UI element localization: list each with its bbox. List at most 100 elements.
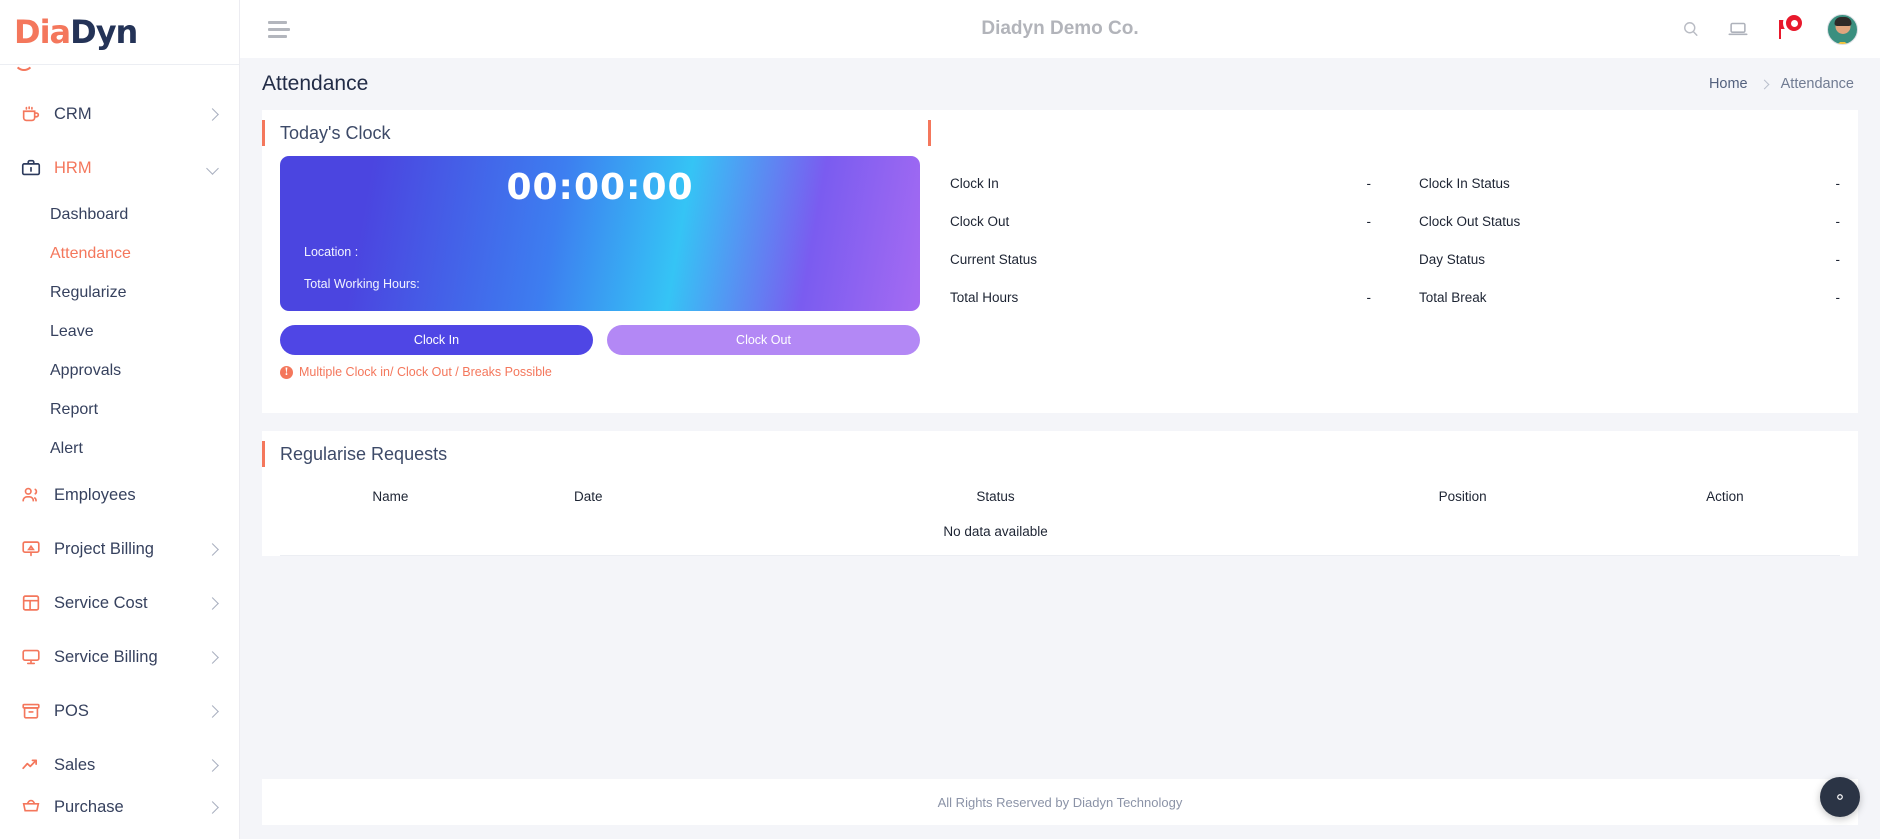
laptop-icon[interactable]: [1727, 18, 1749, 40]
sidebar-item-alert[interactable]: Alert: [0, 429, 239, 468]
sidebar-item-project-billing[interactable]: Project Billing: [0, 522, 239, 576]
sidebar-item-service-cost[interactable]: Service Cost: [0, 576, 239, 630]
logo-part-1: Dia: [14, 13, 71, 51]
regularise-requests-card: Regularise Requests Name Date Status Pos…: [262, 431, 1858, 556]
sidebar-item-purchase[interactable]: Purchase: [0, 792, 239, 822]
chevron-right-icon: [206, 107, 219, 121]
sidebar-item-employees[interactable]: Employees: [0, 468, 239, 522]
briefcase-icon: [18, 155, 44, 181]
stat-key: Clock Out: [950, 213, 1010, 229]
stat-value: -: [1835, 289, 1841, 305]
regularise-table-wrap: Name Date Status Position Action No data…: [262, 477, 1858, 556]
logo-text: DiaDyn: [14, 13, 138, 51]
sidebar-partial-item-above: [0, 65, 239, 87]
stat-value: -: [1835, 251, 1841, 267]
chevron-right-icon: [206, 800, 219, 814]
stat-row: Clock In -: [950, 164, 1371, 202]
projector-icon: [18, 536, 44, 562]
sidebar-item-pos[interactable]: POS: [0, 684, 239, 738]
users-icon: [18, 482, 44, 508]
sidebar-item-label: Project Billing: [54, 539, 154, 558]
column-header-date[interactable]: Date: [501, 477, 676, 518]
sidebar-item-label: Purchase: [54, 797, 124, 816]
empty-spacer: [280, 518, 501, 556]
sidebar-item-label: Service Cost: [54, 593, 148, 612]
accent-bar: [262, 441, 265, 467]
sidebar-item-leave[interactable]: Leave: [0, 312, 239, 351]
stat-value: -: [1835, 175, 1841, 191]
search-icon[interactable]: [1681, 19, 1701, 39]
clock-warning-text: Multiple Clock in/ Clock Out / Breaks Po…: [299, 365, 552, 379]
gear-icon: [1837, 794, 1843, 800]
clock-panel-column: 00:00:00 Location : Total Working Hours:…: [280, 156, 920, 379]
sidebar-item-crm[interactable]: CRM: [0, 87, 239, 141]
column-header-position[interactable]: Position: [1315, 477, 1609, 518]
table-empty-row: No data available: [280, 518, 1840, 556]
main-area: Diadyn Demo Co. Attendance Home Attendan…: [240, 0, 1880, 839]
stat-key: Total Hours: [950, 289, 1019, 305]
brand-logo[interactable]: DiaDyn: [0, 0, 239, 64]
sidebar-subitem-label: Alert: [50, 439, 83, 457]
card-header: Regularise Requests: [262, 431, 1858, 477]
column-header-status[interactable]: Status: [676, 477, 1316, 518]
sidebar-item-label: POS: [54, 701, 89, 720]
column-header-action[interactable]: Action: [1610, 477, 1840, 518]
sidebar-item-regularize[interactable]: Regularize: [0, 273, 239, 312]
empty-spacer: [500, 518, 676, 556]
chevron-right-icon: [206, 542, 219, 556]
stat-key: Current Status: [950, 251, 1038, 267]
clock-meta: Location : Total Working Hours:: [304, 236, 896, 301]
footer: All Rights Reserved by Diadyn Technology: [262, 779, 1858, 825]
stat-value: -: [1366, 175, 1372, 191]
no-data-message: No data available: [675, 518, 1316, 556]
clock-buttons: Clock In Clock Out: [280, 325, 920, 355]
settings-fab-button[interactable]: [1820, 777, 1860, 817]
logo-part-2: Dyn: [70, 13, 138, 51]
sidebar: DiaDyn CRM HRM Dashboard Attendance Regu…: [0, 0, 240, 839]
stat-row: Total Break -: [1419, 278, 1840, 316]
sidebar-item-service-billing[interactable]: Service Billing: [0, 630, 239, 684]
column-header-name[interactable]: Name: [280, 477, 501, 518]
cart-icon: [18, 794, 44, 820]
stat-value: -: [1366, 289, 1372, 305]
accent-bar: [262, 120, 265, 146]
chevron-right-icon: [206, 704, 219, 718]
empty-spacer: [1609, 518, 1840, 556]
layout-grid-icon: [18, 590, 44, 616]
sidebar-item-attendance[interactable]: Attendance: [0, 234, 239, 273]
stat-row: Current Status: [950, 240, 1371, 278]
sidebar-item-dashboard[interactable]: Dashboard: [0, 195, 239, 234]
sidebar-item-label: CRM: [54, 104, 92, 123]
stat-row: Total Hours -: [950, 278, 1371, 316]
card-header: Today's Clock: [262, 110, 1858, 156]
sidebar-item-label: HRM: [54, 158, 92, 177]
page-title: Attendance: [262, 72, 369, 95]
breadcrumb-home[interactable]: Home: [1709, 76, 1748, 92]
sidebar-item-sales[interactable]: Sales: [0, 738, 239, 792]
sidebar-item-label: Employees: [54, 485, 136, 504]
stat-key: Clock In: [950, 175, 999, 191]
clock-out-button[interactable]: Clock Out: [607, 325, 920, 355]
sidebar-subitem-label: Dashboard: [50, 205, 129, 223]
top-bar-actions: [1681, 12, 1858, 45]
stat-value: -: [1835, 213, 1841, 229]
hamburger-icon[interactable]: [268, 20, 290, 38]
coffee-cup-icon: [18, 101, 44, 127]
table-head: Name Date Status Position Action: [280, 477, 1840, 518]
regularise-table: Name Date Status Position Action No data…: [280, 477, 1840, 556]
stat-row: Day Status -: [1419, 240, 1840, 278]
chevron-right-icon: [206, 758, 219, 772]
clock-in-button[interactable]: Clock In: [280, 325, 593, 355]
sidebar-submenu-hrm: Dashboard Attendance Regularize Leave Ap…: [0, 195, 239, 468]
sidebar-item-approvals[interactable]: Approvals: [0, 351, 239, 390]
clock-stats-column: Clock In - Clock In Status - Clock Out - Cl…: [920, 156, 1840, 379]
sidebar-item-hrm[interactable]: HRM: [0, 141, 239, 195]
hamburger-bar: [268, 34, 287, 38]
user-avatar[interactable]: [1827, 13, 1858, 45]
notification-flag-icon[interactable]: [1775, 12, 1805, 42]
sidebar-item-report[interactable]: Report: [0, 390, 239, 429]
clock-card-body: 00:00:00 Location : Total Working Hours:…: [262, 156, 1858, 379]
stat-row: Clock Out Status -: [1419, 202, 1840, 240]
stat-value: -: [1366, 213, 1372, 229]
clock-stats-grid: Clock In - Clock In Status - Clock Out - Cl…: [950, 164, 1840, 316]
